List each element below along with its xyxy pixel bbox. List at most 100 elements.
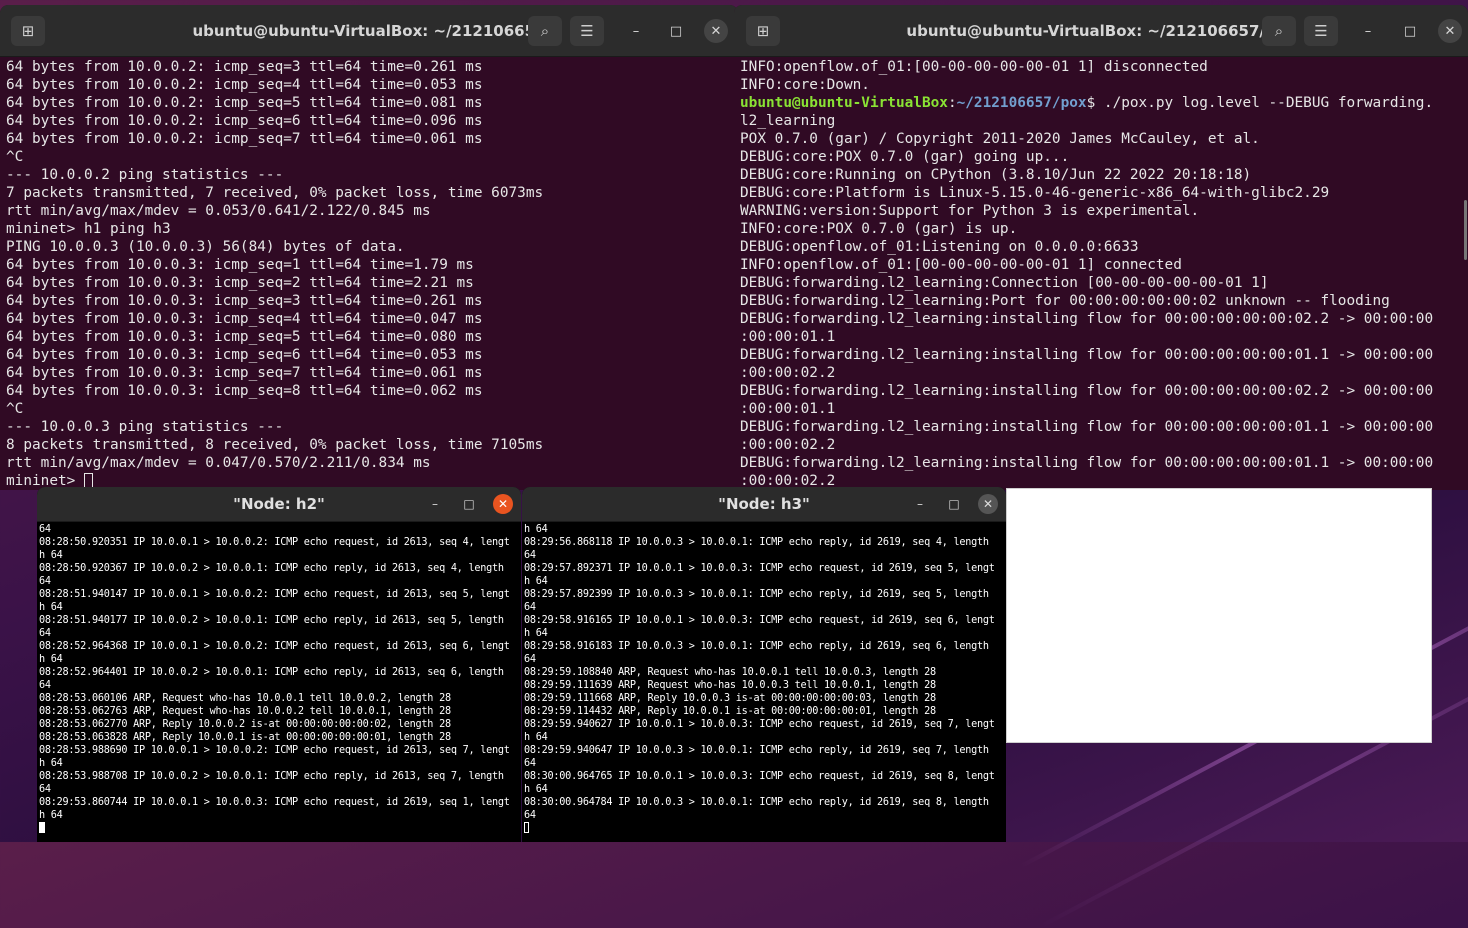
node-h2-window[interactable]: "Node: h2" – □ ✕ 64 08:28:50.920351 IP 10… bbox=[37, 487, 521, 842]
left-terminal-titlebar[interactable]: ⊞ ubuntu@ubuntu-VirtualBox: ~/212106657 … bbox=[0, 5, 738, 57]
terminal-line: 08:29:57.892371 IP 10.0.0.1 > 10.0.0.3: … bbox=[524, 563, 995, 574]
terminal-line: 08:29:56.868118 IP 10.0.0.3 > 10.0.0.1: … bbox=[524, 537, 989, 548]
terminal-line: WARNING:version:Support for Python 3 is … bbox=[740, 203, 1200, 219]
terminal-line: 64 bytes from 10.0.0.2: icmp_seq=5 ttl=6… bbox=[6, 95, 483, 111]
terminal-line: ^C bbox=[6, 401, 24, 417]
terminal-line: 08:29:53.860744 IP 10.0.0.1 > 10.0.0.3: … bbox=[39, 797, 510, 808]
terminal-line: 08:28:53.988708 IP 10.0.0.2 > 10.0.0.1: … bbox=[39, 771, 504, 782]
terminal-line: 64 bytes from 10.0.0.3: icmp_seq=1 ttl=6… bbox=[6, 257, 474, 273]
terminal-output[interactable]: 64 08:28:50.920351 IP 10.0.0.1 > 10.0.0.2… bbox=[39, 523, 521, 842]
terminal-line: 64 bbox=[39, 628, 51, 639]
terminal-line: 08:28:50.920351 IP 10.0.0.1 > 10.0.0.2: … bbox=[39, 537, 510, 548]
terminal-line: 64 bbox=[524, 758, 536, 769]
close-icon[interactable]: ✕ bbox=[1438, 19, 1462, 43]
terminal-line: h 64 bbox=[39, 602, 63, 613]
terminal-line: 64 bbox=[524, 654, 536, 665]
close-icon[interactable]: ✕ bbox=[704, 19, 728, 43]
terminal-line: DEBUG:forwarding.l2_learning:installing … bbox=[740, 383, 1434, 399]
minimize-icon[interactable]: – bbox=[910, 494, 930, 514]
new-tab-icon[interactable]: ⊞ bbox=[11, 16, 45, 46]
minimize-icon[interactable]: – bbox=[1356, 19, 1380, 43]
prompt-line: ubuntu@ubuntu-VirtualBox:~/212106657/pox… bbox=[740, 94, 1464, 112]
terminal-line: 08:28:53.063828 ARP, Reply 10.0.0.1 is-a… bbox=[39, 732, 451, 743]
terminal-line: --- 10.0.0.2 ping statistics --- bbox=[6, 167, 284, 183]
close-icon[interactable]: ✕ bbox=[978, 494, 998, 514]
terminal-line: h 64 bbox=[524, 784, 548, 795]
terminal-line: DEBUG:forwarding.l2_learning:installing … bbox=[740, 311, 1434, 327]
background-window[interactable] bbox=[1006, 488, 1432, 743]
new-tab-icon[interactable]: ⊞ bbox=[746, 16, 780, 46]
cursor-line[interactable] bbox=[39, 822, 521, 835]
node-h3-titlebar[interactable]: "Node: h3" – □ ✕ bbox=[522, 487, 1006, 522]
maximize-icon[interactable]: □ bbox=[459, 494, 479, 514]
terminal-line: 08:28:52.964368 IP 10.0.0.1 > 10.0.0.2: … bbox=[39, 641, 510, 652]
hamburger-menu-icon[interactable]: ☰ bbox=[1304, 16, 1338, 46]
minimize-icon[interactable]: – bbox=[624, 19, 648, 43]
terminal-line: 64 bytes from 10.0.0.3: icmp_seq=3 ttl=6… bbox=[6, 293, 483, 309]
command-text: $ ./pox.py log.level --DEBUG forwarding. bbox=[1086, 95, 1434, 111]
text-cursor bbox=[83, 473, 93, 488]
left-terminal-window[interactable]: ⊞ ubuntu@ubuntu-VirtualBox: ~/212106657 … bbox=[0, 5, 738, 490]
terminal-line: rtt min/avg/max/mdev = 0.053/0.641/2.122… bbox=[6, 203, 431, 219]
node-h2-titlebar[interactable]: "Node: h2" – □ ✕ bbox=[37, 487, 521, 522]
node-h3-window[interactable]: "Node: h3" – □ ✕ h 64 08:29:56.868118 IP … bbox=[522, 487, 1006, 842]
terminal-line: DEBUG:core:Platform is Linux-5.15.0-46-g… bbox=[740, 185, 1330, 201]
terminal-line: 08:29:59.108840 ARP, Request who-has 10.… bbox=[524, 667, 936, 678]
terminal-line: 08:29:59.940647 IP 10.0.0.3 > 10.0.0.1: … bbox=[524, 745, 989, 756]
terminal-line: h 64 bbox=[39, 758, 63, 769]
terminal-line: 8 packets transmitted, 8 received, 0% pa… bbox=[6, 437, 544, 453]
maximize-icon[interactable]: □ bbox=[1398, 19, 1422, 43]
prompt-user: ubuntu@ubuntu-VirtualBox bbox=[740, 95, 948, 111]
maximize-icon[interactable]: □ bbox=[944, 494, 964, 514]
window-title: "Node: h3" bbox=[718, 495, 810, 513]
terminal-line: INFO:core:POX 0.7.0 (gar) is up. bbox=[740, 221, 1018, 237]
terminal-line: 08:28:53.060106 ARP, Request who-has 10.… bbox=[39, 693, 451, 704]
terminal-line: 08:29:58.916165 IP 10.0.0.1 > 10.0.0.3: … bbox=[524, 615, 995, 626]
terminal-line: 64 bytes from 10.0.0.3: icmp_seq=8 ttl=6… bbox=[6, 383, 483, 399]
terminal-line: 08:29:58.916183 IP 10.0.0.3 > 10.0.0.1: … bbox=[524, 641, 989, 652]
close-icon[interactable]: ✕ bbox=[493, 494, 513, 514]
text-cursor bbox=[524, 822, 529, 833]
terminal-line: h 64 bbox=[524, 576, 548, 587]
terminal-line: 64 bytes from 10.0.0.2: icmp_seq=3 ttl=6… bbox=[6, 59, 483, 75]
terminal-line: 64 bbox=[524, 550, 536, 561]
terminal-line: 64 bytes from 10.0.0.3: icmp_seq=7 ttl=6… bbox=[6, 365, 483, 381]
terminal-line: 08:30:00.964784 IP 10.0.0.3 > 10.0.0.1: … bbox=[524, 797, 989, 808]
terminal-line: 64 bytes from 10.0.0.2: icmp_seq=7 ttl=6… bbox=[6, 131, 483, 147]
search-icon[interactable]: ⌕ bbox=[1262, 16, 1296, 46]
terminal-line: :00:00:02.2 bbox=[740, 437, 836, 453]
maximize-icon[interactable]: □ bbox=[664, 19, 688, 43]
terminal-output[interactable]: INFO:openflow.of_01:[00-00-00-00-00-01 1… bbox=[740, 58, 1464, 490]
search-icon[interactable]: ⌕ bbox=[528, 16, 562, 46]
cursor-line[interactable] bbox=[524, 822, 1006, 835]
terminal-line: mininet> h1 ping h3 bbox=[6, 221, 171, 237]
terminal-line: 08:28:51.940177 IP 10.0.0.2 > 10.0.0.1: … bbox=[39, 615, 504, 626]
terminal-line: 08:28:53.988690 IP 10.0.0.1 > 10.0.0.2: … bbox=[39, 745, 510, 756]
text-cursor bbox=[39, 822, 45, 833]
window-title: ubuntu@ubuntu-VirtualBox: ~/212106657 bbox=[192, 21, 546, 40]
window-title: ubuntu@ubuntu-VirtualBox: ~/212106657/po… bbox=[906, 21, 1296, 40]
terminal-line: POX 0.7.0 (gar) / Copyright 2011-2020 Ja… bbox=[740, 131, 1260, 147]
right-terminal-titlebar[interactable]: ⊞ ubuntu@ubuntu-VirtualBox: ~/212106657/… bbox=[734, 5, 1468, 57]
terminal-line: :00:00:01.1 bbox=[740, 329, 836, 345]
terminal-output[interactable]: 64 bytes from 10.0.0.2: icmp_seq=3 ttl=6… bbox=[6, 58, 734, 490]
minimize-icon[interactable]: – bbox=[425, 494, 445, 514]
terminal-line: DEBUG:forwarding.l2_learning:installing … bbox=[740, 455, 1434, 471]
terminal-line: 64 bbox=[524, 602, 536, 613]
terminal-line: 08:28:51.940147 IP 10.0.0.1 > 10.0.0.2: … bbox=[39, 589, 510, 600]
terminal-line: h 64 bbox=[524, 732, 548, 743]
terminal-line: INFO:core:Down. bbox=[740, 77, 870, 93]
terminal-line: INFO:openflow.of_01:[00-00-00-00-00-01 1… bbox=[740, 59, 1208, 75]
terminal-output[interactable]: h 64 08:29:56.868118 IP 10.0.0.3 > 10.0.0… bbox=[524, 523, 1006, 842]
terminal-line: 08:28:53.062763 ARP, Request who-has 10.… bbox=[39, 706, 451, 717]
terminal-line: 64 bytes from 10.0.0.2: icmp_seq=4 ttl=6… bbox=[6, 77, 483, 93]
terminal-line: 64 bytes from 10.0.0.3: icmp_seq=6 ttl=6… bbox=[6, 347, 483, 363]
terminal-line: --- 10.0.0.3 ping statistics --- bbox=[6, 419, 284, 435]
terminal-line: :00:00:01.1 bbox=[740, 401, 836, 417]
right-terminal-window[interactable]: ⊞ ubuntu@ubuntu-VirtualBox: ~/212106657/… bbox=[734, 5, 1468, 490]
terminal-line: h 64 bbox=[39, 654, 63, 665]
scrollbar[interactable] bbox=[1464, 200, 1467, 260]
terminal-line: 08:30:00.964765 IP 10.0.0.1 > 10.0.0.3: … bbox=[524, 771, 995, 782]
hamburger-menu-icon[interactable]: ☰ bbox=[570, 16, 604, 46]
terminal-line: 08:29:59.940627 IP 10.0.0.1 > 10.0.0.3: … bbox=[524, 719, 995, 730]
